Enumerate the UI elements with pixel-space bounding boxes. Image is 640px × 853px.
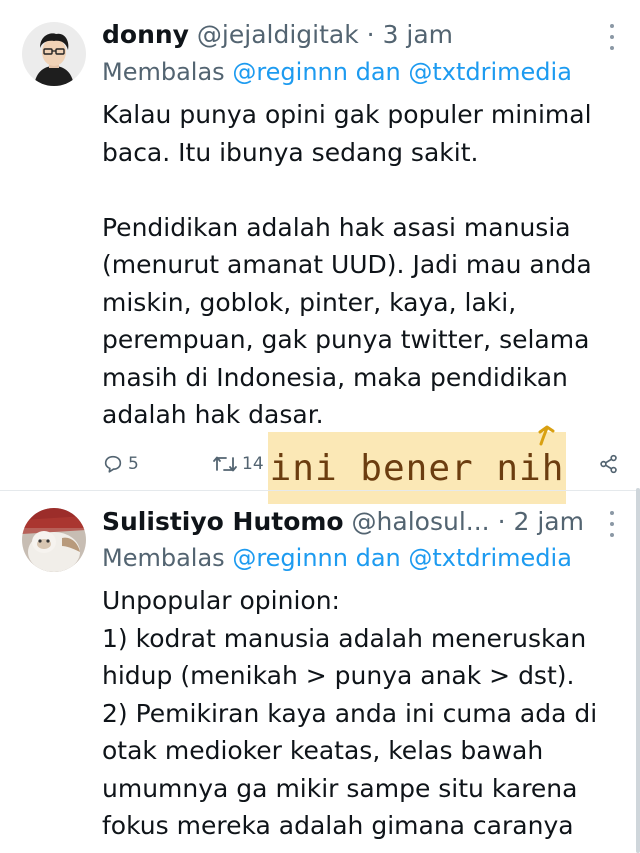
reply-button[interactable]: 5 [102,449,139,479]
author-name[interactable]: Sulistiyo Hutomo [102,507,344,536]
reply-prefix: Membalas [102,544,225,572]
reply-to-line: Membalas @reginnn dan @txtdrimedia [102,543,572,573]
tweet-1[interactable]: donny @jejaldigitak · 3 jam Membalas @re… [0,0,640,490]
author-name[interactable]: donny [102,20,189,49]
more-icon[interactable] [608,24,616,50]
reply-prefix: Membalas [102,58,225,86]
retweet-icon [213,456,237,472]
tweet-text: Kalau punya opini gak populer minimal ba… [102,100,592,429]
tweet-2[interactable]: Sulistiyo Hutomo @halosul... · 2 jam Mem… [0,491,640,853]
author-handle[interactable]: @jejaldigitak [197,20,359,49]
separator: · [366,20,375,49]
tweet-text: Unpopular opinion: 1) kodrat manusia ada… [102,586,598,840]
more-icon[interactable] [608,511,616,537]
avatar[interactable] [22,508,86,572]
author-handle[interactable]: @halosul... [352,507,490,536]
separator: · [497,507,506,536]
scrollbar[interactable] [636,488,640,853]
retweet-count: 14 [242,454,264,474]
retweet-button[interactable]: 14 [212,449,264,479]
timestamp[interactable]: 2 jam [513,507,583,536]
arrow-icon [538,425,555,446]
reply-mentions[interactable]: @reginnn dan @txtdrimedia [232,544,572,572]
timestamp[interactable]: 3 jam [383,20,453,49]
reply-icon [104,455,122,473]
reply-count: 5 [128,454,139,474]
share-button[interactable] [598,449,620,479]
tweet-header: Sulistiyo Hutomo @halosul... · 2 jam [102,507,600,537]
share-icon [600,454,617,474]
reply-mentions[interactable]: @reginnn dan @txtdrimedia [232,58,572,86]
tweet-header: donny @jejaldigitak · 3 jam [102,20,600,50]
avatar[interactable] [22,22,86,86]
reply-to-line: Membalas @reginnn dan @txtdrimedia [102,57,572,87]
sticker-text: ini bener nih [269,447,565,489]
